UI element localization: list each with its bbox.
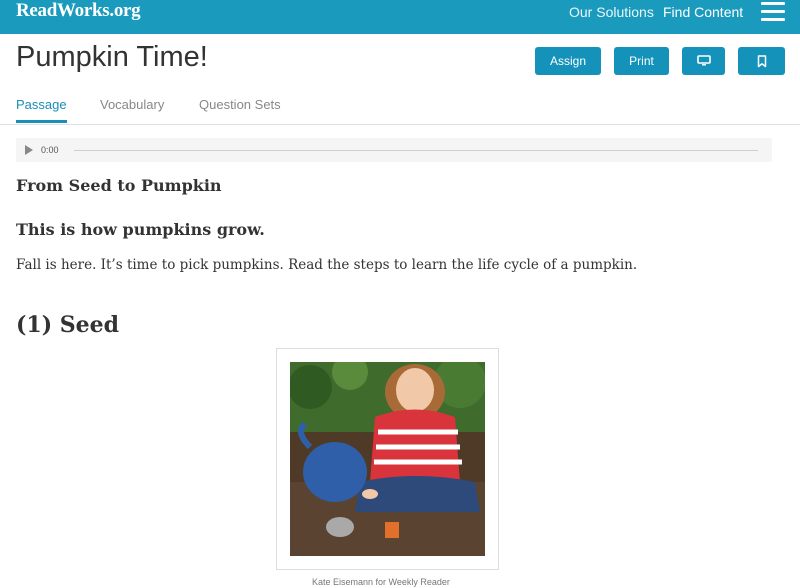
audio-player: 0:00: [16, 138, 772, 162]
nav-our-solutions[interactable]: Our Solutions: [569, 4, 654, 20]
tab-question-sets[interactable]: Question Sets: [199, 97, 281, 112]
tab-vocabulary[interactable]: Vocabulary: [100, 97, 164, 112]
print-button[interactable]: Print: [614, 47, 669, 75]
article-heading: From Seed to Pumpkin: [16, 176, 222, 195]
page-title: Pumpkin Time!: [16, 41, 208, 73]
readworks-logo[interactable]: ReadWorks.org: [16, 0, 141, 22]
assign-button[interactable]: Assign: [535, 47, 601, 75]
tabs-divider: [0, 124, 800, 125]
figure-caption: Kate Eisemann for Weekly Reader: [312, 577, 450, 587]
tab-passage[interactable]: Passage: [16, 97, 67, 112]
article-intro: Fall is here. It’s time to pick pumpkins…: [16, 257, 638, 273]
figure-frame: [276, 348, 499, 570]
play-icon[interactable]: [25, 145, 33, 155]
audio-progress-track[interactable]: [74, 150, 758, 151]
present-button[interactable]: [682, 47, 725, 75]
bookmark-icon: [757, 54, 766, 67]
monitor-icon: [696, 55, 711, 66]
top-navigation-bar: ReadWorks.org Our Solutions Find Content: [0, 0, 800, 34]
nav-find-content[interactable]: Find Content: [663, 4, 743, 20]
active-tab-indicator: [16, 120, 67, 123]
hamburger-icon[interactable]: [761, 2, 785, 22]
bookmark-button[interactable]: [738, 47, 785, 75]
section-heading: (1) Seed: [16, 312, 120, 338]
girl-planting-seeds-photo: [290, 362, 485, 556]
article-subheading: This is how pumpkins grow.: [16, 220, 265, 239]
audio-time: 0:00: [41, 145, 59, 155]
